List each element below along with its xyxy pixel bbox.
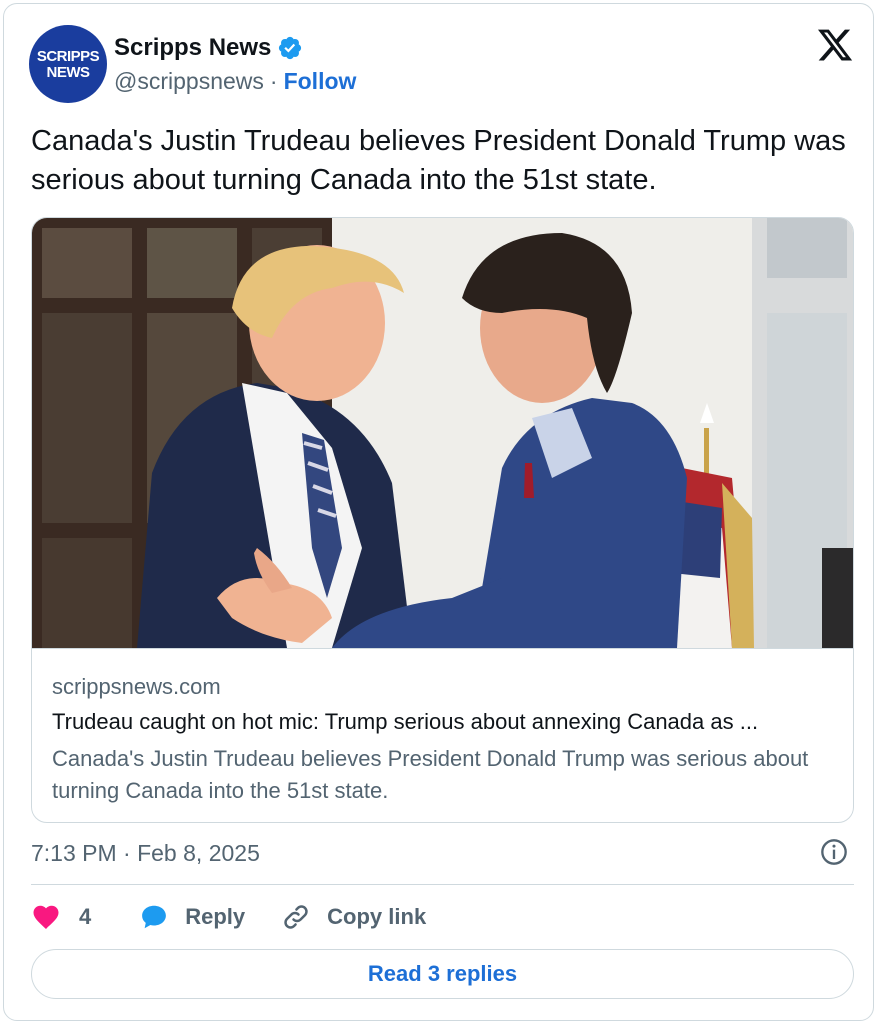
copy-link-label: Copy link [327,904,427,929]
reply-bubble-icon [142,905,167,929]
heart-icon [33,905,59,929]
link-title[interactable]: Trudeau caught on hot mic: Trump serious… [52,709,842,735]
avatar-text-line2: NEWS [46,63,91,81]
tweet-embed-card: SCRIPPS NEWS Scripps News @scrippsnews ·… [3,3,874,1021]
verified-badge-icon [279,36,302,60]
author-name[interactable]: Scripps News [114,34,271,62]
follow-button[interactable]: Follow [284,68,357,95]
author-handle[interactable]: @scrippsnews [114,68,264,95]
action-bar: 4 Reply Copy link [31,899,426,935]
x-logo-icon[interactable] [816,26,854,64]
tweet-text: Canada's Justin Trudeau believes Preside… [31,125,846,196]
article-photo[interactable] [32,218,854,648]
link-description: Canada's Justin Trudeau believes Preside… [52,746,809,803]
like-count: 4 [79,904,92,929]
divider [31,884,854,885]
link-preview-meta[interactable]: scrippsnews.com Trudeau caught on hot mi… [32,648,853,822]
reply-button[interactable]: Reply [139,902,245,932]
link-domain: scrippsnews.com [52,674,221,699]
author-name-row[interactable]: Scripps News [114,34,303,62]
info-icon[interactable] [820,838,848,866]
handle-row: @scrippsnews · Follow [114,68,356,95]
like-button[interactable]: 4 [31,902,91,932]
read-replies-button[interactable]: Read 3 replies [31,949,854,999]
avatar-text-line1: SCRIPPS [36,47,100,65]
reply-label: Reply [185,904,246,929]
link-icon [284,905,308,929]
copy-link-button[interactable]: Copy link [281,902,426,932]
link-preview-card[interactable]: scrippsnews.com Trudeau caught on hot mi… [31,217,854,823]
separator-dot: · [269,68,278,94]
avatar[interactable]: SCRIPPS NEWS [29,25,107,103]
tweet-timestamp[interactable]: 7:13 PM · Feb 8, 2025 [31,840,260,867]
